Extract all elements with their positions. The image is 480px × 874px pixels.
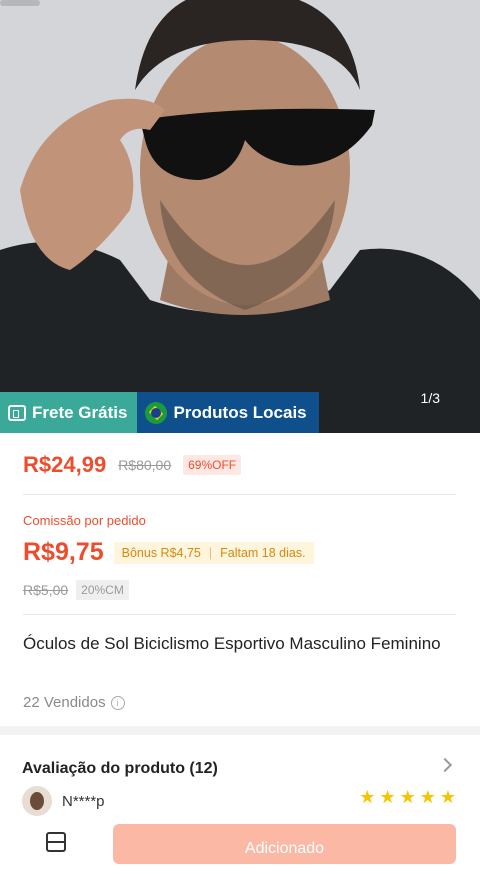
bonus-amount: Bônus R$4,75	[121, 545, 201, 560]
divider	[23, 614, 456, 615]
commission-old-row: R$5,00 20%CM	[23, 580, 129, 600]
price-row: R$24,99 R$80,00 69%OFF	[23, 452, 242, 478]
product-image-carousel[interactable]: Frete Grátis Produtos Locais 1/3	[0, 0, 480, 433]
add-button[interactable]: Adicionado	[113, 824, 456, 864]
bonus-badge: Bônus R$4,75 | Faltam 18 dias.	[113, 541, 314, 564]
star-icon: ★	[359, 787, 376, 807]
current-price: R$24,99	[23, 452, 107, 477]
discount-badge: 69%OFF	[183, 455, 242, 475]
truck-icon	[8, 404, 26, 421]
image-pager: 1/3	[420, 390, 440, 406]
chevron-right-icon[interactable]	[437, 757, 453, 773]
star-icon: ★	[399, 787, 416, 807]
divider	[23, 494, 456, 495]
original-price: R$80,00	[118, 457, 172, 473]
section-separator	[0, 726, 480, 735]
star-icon: ★	[379, 787, 396, 807]
free-shipping-badge: Frete Grátis	[0, 392, 138, 433]
local-products-badge: Produtos Locais	[137, 392, 319, 433]
commission-rate-tag: 20%CM	[76, 580, 129, 600]
product-photo	[0, 0, 480, 433]
commission-value: R$9,75	[23, 538, 104, 566]
rating-stars: ★ ★ ★ ★ ★	[359, 788, 456, 806]
commission-row: R$9,75 Bônus R$4,75 | Faltam 18 dias.	[23, 538, 314, 567]
commission-label: Comissão por pedido	[23, 513, 146, 528]
bonus-separator: |	[208, 545, 213, 560]
store-icon[interactable]	[46, 832, 66, 852]
star-icon: ★	[439, 787, 456, 807]
sold-count: 22 Vendidos i	[23, 694, 125, 711]
bonus-deadline: Faltam 18 dias.	[220, 545, 306, 560]
reviewer-name: N****p	[62, 792, 105, 810]
sold-count-label: 22 Vendidos	[23, 694, 106, 711]
product-title: Óculos de Sol Biciclismo Esportivo Mascu…	[23, 634, 441, 653]
local-products-label: Produtos Locais	[173, 402, 307, 422]
free-shipping-label: Frete Grátis	[32, 402, 128, 422]
reviewer: N****p	[22, 786, 105, 816]
avatar	[22, 786, 52, 816]
shipping-badges: Frete Grátis Produtos Locais	[0, 392, 319, 433]
commission-old-value: R$5,00	[23, 582, 69, 598]
star-icon: ★	[419, 787, 436, 807]
info-icon[interactable]: i	[110, 695, 125, 710]
review-header[interactable]: Avaliação do produto (12)	[22, 760, 218, 778]
brazil-flag-icon	[145, 401, 168, 424]
